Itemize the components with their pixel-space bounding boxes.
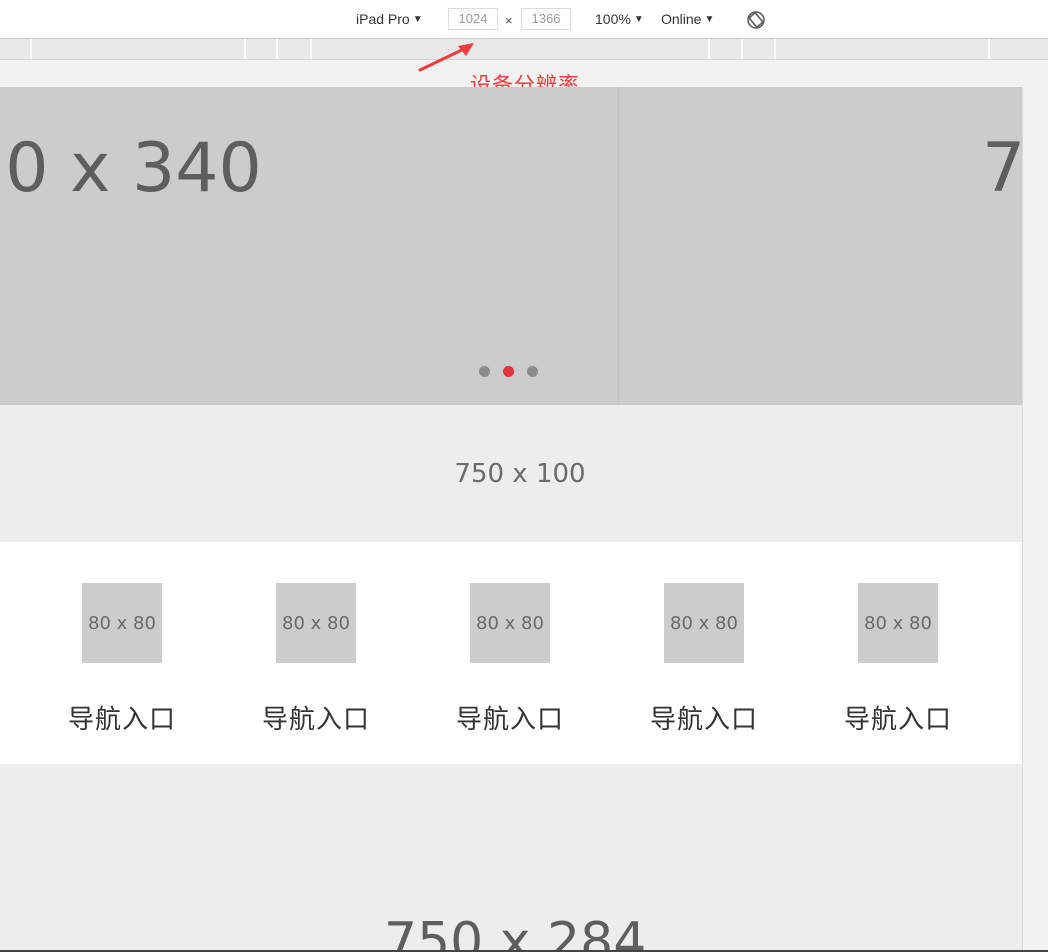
banner-slide-text: 50 x 340: [0, 129, 262, 208]
nav-item[interactable]: 80 x 80 导航入口: [435, 583, 585, 736]
device-viewport: 50 x 340 7 750 x 100 80 x 80 导航入口 80 x 8…: [0, 87, 1022, 952]
nav-thumbnail: 80 x 80: [276, 583, 356, 663]
nav-label: 导航入口: [455, 705, 564, 735]
nav-item[interactable]: 80 x 80 导航入口: [629, 583, 779, 736]
ruler-tick: [708, 39, 710, 59]
chevron-down-icon: ▼: [412, 13, 423, 25]
ruler-tick: [774, 39, 776, 59]
banner-next-slide-text: 7: [982, 129, 1022, 208]
nav-thumbnail: 80 x 80: [470, 583, 550, 663]
nav-label: 导航入口: [649, 705, 758, 735]
device-select-label: iPad Pro: [356, 11, 410, 27]
promo-text: 750 x 100: [454, 458, 586, 489]
device-toolbar: iPad Pro ▼ 1024 × 1366 100% ▼ Online ▼: [0, 0, 1048, 39]
content-placeholder-text: 750 x 284: [384, 912, 647, 952]
ruler-tick: [30, 39, 32, 59]
devtools-device-mode: iPad Pro ▼ 1024 × 1366 100% ▼ Online ▼ 设…: [0, 0, 1048, 952]
carousel-dot[interactable]: [527, 366, 538, 377]
ruler-tick: [988, 39, 990, 59]
device-select[interactable]: iPad Pro ▼: [356, 11, 423, 27]
carousel-dot-active[interactable]: [503, 366, 514, 377]
ruler-tick: [276, 39, 278, 59]
nav-item[interactable]: 80 x 80 导航入口: [241, 583, 391, 736]
media-query-ruler[interactable]: [0, 39, 1048, 60]
nav-label: 导航入口: [67, 705, 176, 735]
network-throttle-select[interactable]: Online ▼: [661, 11, 714, 27]
promo-placeholder[interactable]: 750 x 100: [0, 405, 1022, 542]
nav-thumbnail: 80 x 80: [664, 583, 744, 663]
ruler-tick: [244, 39, 246, 59]
banner-carousel[interactable]: 50 x 340 7: [0, 87, 1022, 405]
slide-divider: [618, 87, 619, 405]
content-placeholder[interactable]: 750 x 284: [0, 764, 1022, 952]
network-select-label: Online: [661, 11, 702, 27]
nav-item[interactable]: 80 x 80 导航入口: [823, 583, 973, 736]
ruler-tick: [310, 39, 312, 59]
dimension-separator: ×: [505, 13, 513, 28]
carousel-indicator: [479, 366, 538, 377]
nav-thumbnail: 80 x 80: [858, 583, 938, 663]
zoom-select[interactable]: 100% ▼: [595, 11, 644, 27]
chevron-down-icon: ▼: [633, 13, 644, 25]
carousel-dot[interactable]: [479, 366, 490, 377]
chevron-down-icon: ▼: [704, 13, 715, 25]
width-input[interactable]: 1024: [448, 8, 498, 30]
height-input[interactable]: 1366: [521, 8, 571, 30]
nav-label: 导航入口: [843, 705, 952, 735]
nav-item[interactable]: 80 x 80 导航入口: [47, 583, 197, 736]
nav-label: 导航入口: [261, 705, 370, 735]
nav-thumbnail: 80 x 80: [82, 583, 162, 663]
zoom-select-label: 100%: [595, 11, 631, 27]
ruler-tick: [741, 39, 743, 59]
rotate-icon[interactable]: [746, 10, 766, 30]
nav-entries: 80 x 80 导航入口 80 x 80 导航入口 80 x 80 导航入口 8…: [0, 542, 1022, 764]
